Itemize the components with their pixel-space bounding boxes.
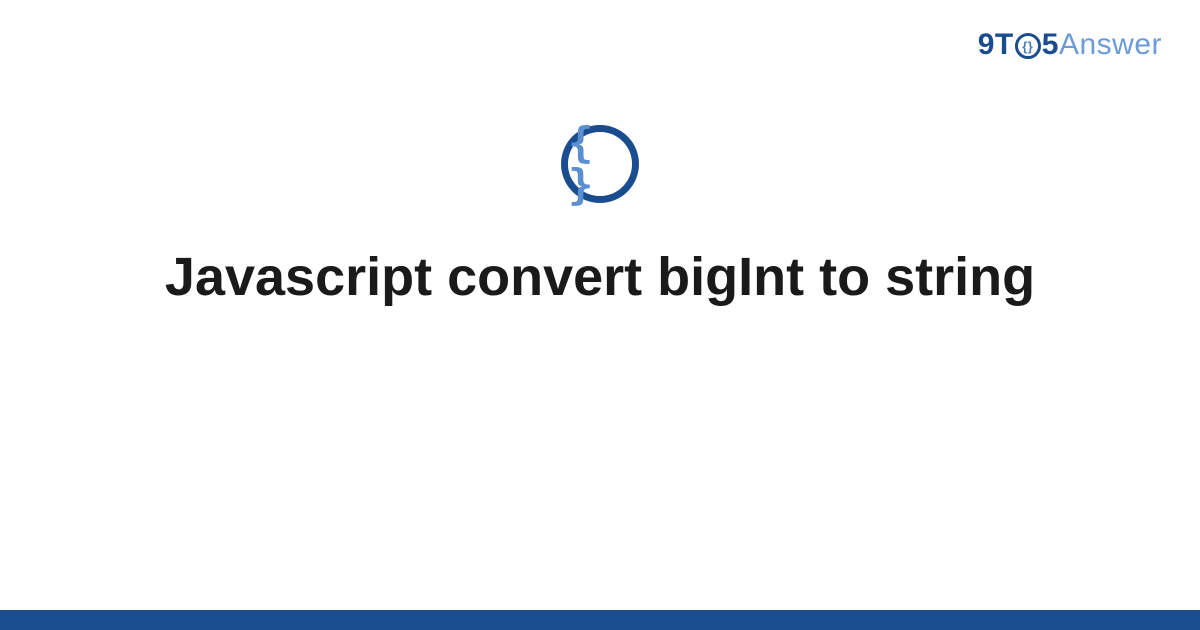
main-content: { } Javascript convert bigInt to string — [0, 125, 1200, 310]
logo-text-answer: Answer — [1059, 28, 1162, 62]
logo-circle-icon: {} — [1015, 33, 1041, 59]
site-logo: 9T {} 5 Answer — [978, 28, 1162, 62]
logo-braces-inner: {} — [1022, 40, 1033, 53]
logo-text-5: 5 — [1042, 28, 1059, 62]
footer-accent-bar — [0, 610, 1200, 630]
braces-glyph: { } — [568, 122, 632, 206]
code-braces-icon: { } — [561, 125, 639, 203]
page-title: Javascript convert bigInt to string — [165, 245, 1035, 310]
logo-text-9t: 9T — [978, 28, 1014, 62]
